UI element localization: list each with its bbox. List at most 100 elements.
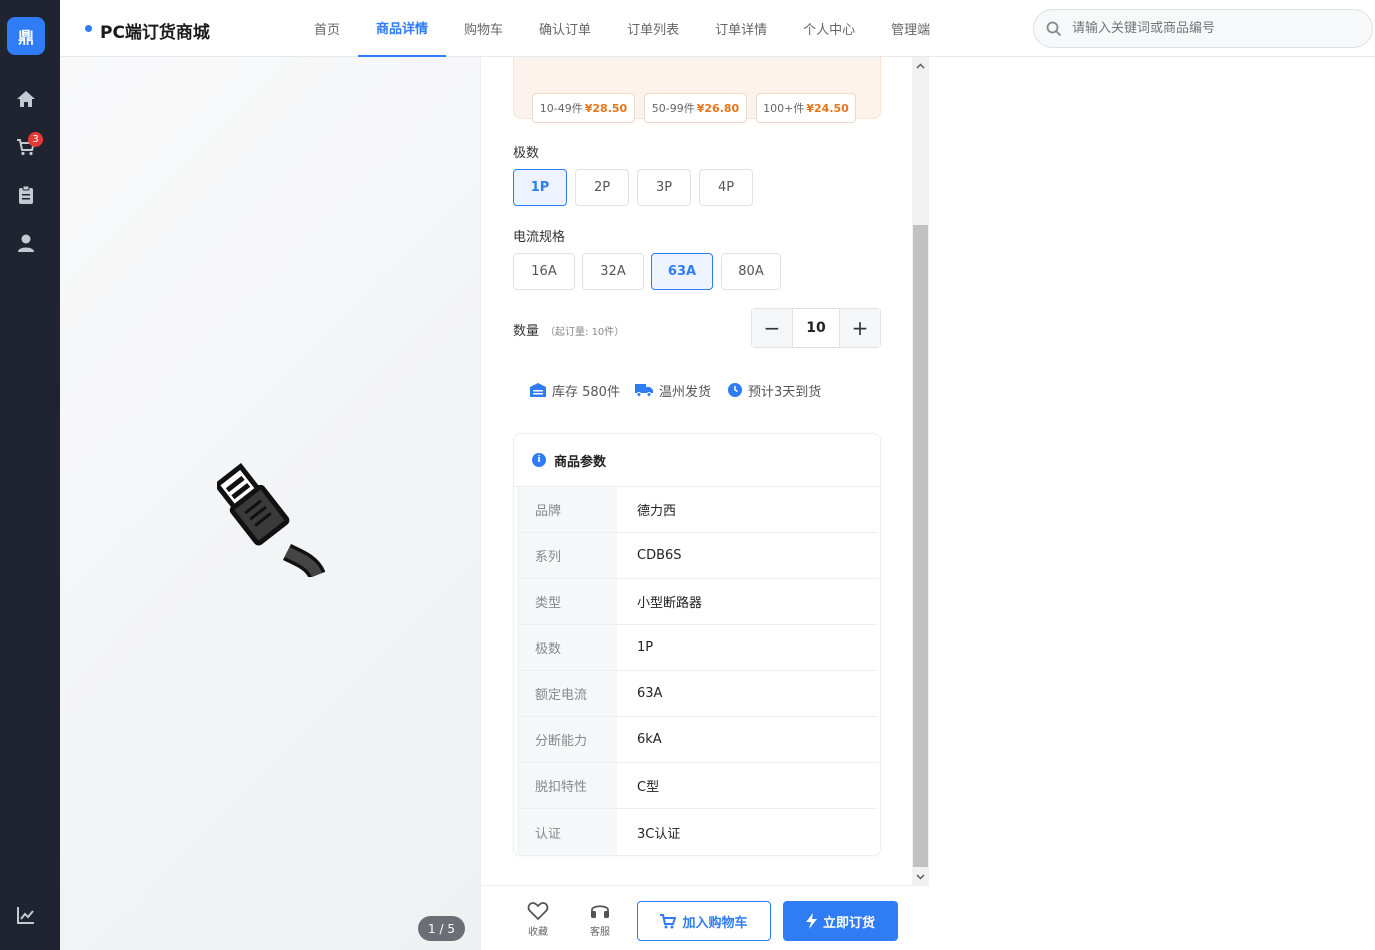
param-row: 分断能力 6kA xyxy=(517,717,877,763)
param-value: 小型断路器 xyxy=(637,596,703,611)
lightning-icon xyxy=(805,913,817,929)
min-order-hint: （起订量: 10件） xyxy=(545,327,625,338)
pole-option-3p[interactable]: 3P xyxy=(637,169,691,206)
scroll-up-arrow[interactable] xyxy=(912,57,929,74)
nav-confirm-order[interactable]: 确认订单 xyxy=(521,0,609,57)
param-key: 分断能力 xyxy=(517,717,617,762)
favorite-button[interactable]: 收藏 xyxy=(518,901,558,938)
param-value: 3C认证 xyxy=(637,826,681,842)
param-value: 63A xyxy=(637,686,663,701)
increment-button[interactable]: + xyxy=(840,309,880,347)
left-rail: 鼎 3 xyxy=(0,0,60,950)
param-key: 额定电流 xyxy=(517,671,617,716)
param-key: 品牌 xyxy=(517,487,617,532)
scroll-down-arrow[interactable] xyxy=(912,868,929,885)
tier-pricing-box: 10-49件 ¥28.50 50-99件 ¥26.80 100+件 ¥24.50 xyxy=(513,57,881,123)
clipboard-icon[interactable] xyxy=(14,183,38,207)
stock-text: 库存 580件 xyxy=(552,384,620,400)
param-row: 认证 3C认证 xyxy=(517,809,877,855)
tier-price: ¥26.80 xyxy=(696,101,740,115)
current-option-32a[interactable]: 32A xyxy=(582,253,644,290)
quantity-label: 数量 （起订量: 10件） xyxy=(513,320,624,339)
brand-dot xyxy=(85,25,92,32)
param-row: 品牌 德力西 xyxy=(517,487,877,533)
add-to-cart-label: 加入购物车 xyxy=(682,915,748,931)
ship-info: 温州发货 xyxy=(635,380,711,400)
tier-price-1: 10-49件 ¥28.50 xyxy=(532,93,635,123)
pole-option-4p[interactable]: 4P xyxy=(699,169,753,206)
current-option-16a[interactable]: 16A xyxy=(513,253,575,290)
truck-icon xyxy=(635,384,653,397)
home-icon[interactable] xyxy=(14,87,38,111)
nav-order-detail[interactable]: 订单详情 xyxy=(697,0,785,57)
nav-cart[interactable]: 购物车 xyxy=(446,0,521,57)
clock-icon xyxy=(728,383,742,397)
param-key: 系列 xyxy=(517,533,617,578)
pole-option-1p[interactable]: 1P xyxy=(513,169,567,206)
quantity-value[interactable]: 10 xyxy=(792,309,840,347)
top-bar: PC端订货商城 首页 商品详情 购物车 确认订单 订单列表 订单详情 个人中心 … xyxy=(60,0,1375,57)
params-header: i 商品参数 xyxy=(514,434,880,487)
param-row: 额定电流 63A xyxy=(517,671,877,717)
tier-price: ¥24.50 xyxy=(806,101,849,115)
current-option-80a[interactable]: 80A xyxy=(721,253,781,290)
cart-badge: 3 xyxy=(28,132,43,147)
param-value: CDB6S xyxy=(637,548,682,563)
param-key: 脱扣特性 xyxy=(517,763,617,808)
param-key: 类型 xyxy=(517,579,617,624)
tier-range: 100+件 xyxy=(763,102,805,115)
info-icon: i xyxy=(532,453,546,467)
app-logo[interactable]: 鼎 xyxy=(7,17,45,55)
search-box xyxy=(1033,9,1373,48)
decrement-button[interactable]: − xyxy=(752,309,792,347)
order-now-label: 立即订货 xyxy=(822,915,875,931)
tier-price-3: 100+件 ¥24.50 xyxy=(756,93,856,123)
nav-product-detail[interactable]: 商品详情 xyxy=(358,0,447,57)
quantity-stepper: − 10 + xyxy=(751,308,881,348)
main-nav: 首页 商品详情 购物车 确认订单 订单列表 订单详情 个人中心 管理端 xyxy=(296,0,948,57)
tier-price: ¥28.50 xyxy=(584,101,628,115)
poles-label: 极数 xyxy=(513,146,540,161)
param-row: 脱扣特性 C型 xyxy=(517,763,877,809)
user-icon[interactable] xyxy=(14,231,38,255)
param-key: 极数 xyxy=(517,625,617,670)
warehouse-icon xyxy=(530,383,546,397)
chart-icon[interactable] xyxy=(14,903,38,927)
param-value: 德力西 xyxy=(637,504,677,519)
current-option-63a[interactable]: 63A xyxy=(651,253,713,290)
right-blank-area xyxy=(929,57,1375,950)
search-icon xyxy=(1046,21,1062,36)
param-row: 类型 小型断路器 xyxy=(517,579,877,625)
add-to-cart-button[interactable]: 加入购物车 xyxy=(637,901,771,941)
param-value: 1P xyxy=(637,640,654,655)
eta-text: 预计3天到货 xyxy=(748,384,822,400)
eta-info: 预计3天到货 xyxy=(728,380,821,400)
nav-home[interactable]: 首页 xyxy=(296,0,358,57)
tier-price-2: 50-99件 ¥26.80 xyxy=(644,93,747,123)
params-card: i 商品参数 品牌 德力西 系列 CDB6S 类型 小型断路器 极数 1P 额定电流 63A… xyxy=(513,433,881,856)
cart-icon xyxy=(660,913,677,928)
image-pager: 1 / 5 xyxy=(418,916,465,941)
tier-range: 10-49件 xyxy=(539,102,583,115)
param-row: 极数 1P xyxy=(517,625,877,671)
quantity-label-text: 数量 xyxy=(513,324,540,339)
tier-range: 50-99件 xyxy=(651,102,695,115)
service-button[interactable]: 客服 xyxy=(580,901,620,938)
product-image xyxy=(217,463,326,577)
favorite-label: 收藏 xyxy=(528,927,548,938)
pole-option-2p[interactable]: 2P xyxy=(575,169,629,206)
heart-icon xyxy=(527,902,549,921)
product-detail-pane: 10-49件 ¥28.50 50-99件 ¥26.80 100+件 ¥24.50 极数… xyxy=(480,57,912,885)
headset-icon xyxy=(591,905,609,918)
order-now-button[interactable]: 立即订货 xyxy=(783,901,898,941)
nav-profile[interactable]: 个人中心 xyxy=(785,0,873,57)
search-input[interactable] xyxy=(1072,21,1352,36)
detail-scrollbar[interactable] xyxy=(912,57,929,885)
param-row: 系列 CDB6S xyxy=(517,533,877,579)
scroll-thumb[interactable] xyxy=(913,225,928,867)
nav-admin[interactable]: 管理端 xyxy=(873,0,948,57)
brand-title[interactable]: PC端订货商城 xyxy=(100,18,210,43)
nav-order-list[interactable]: 订单列表 xyxy=(609,0,697,57)
params-title: 商品参数 xyxy=(554,454,607,470)
product-gallery[interactable]: 1 / 5 xyxy=(60,57,480,950)
